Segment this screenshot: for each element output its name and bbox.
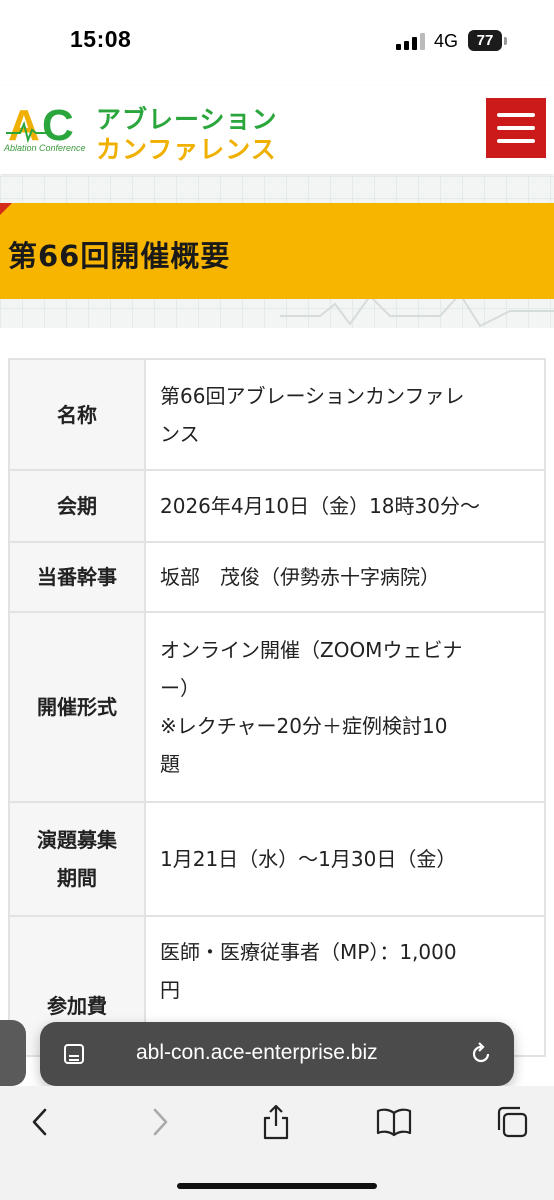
row-value-submission: 1月21日（水）〜1月30日（金）: [144, 801, 546, 917]
row-value-name: 第66回アブレーションカンファレ ンス: [144, 358, 546, 471]
table-row: 演題募集 期間 1月21日（水）〜1月30日（金）: [8, 801, 546, 917]
table-row: 会期 2026年4月10日（金）18時30分〜: [8, 469, 546, 543]
menu-button[interactable]: [486, 98, 546, 158]
hamburger-icon: [497, 126, 535, 130]
previous-tab-stub[interactable]: [0, 1020, 26, 1086]
title-corner-accent: [0, 203, 12, 215]
page-title: 第66回開催概要: [8, 239, 231, 273]
value-line: 医師・医療従事者（MP）：1,000: [160, 940, 457, 964]
value-line: 坂部 茂俊（伊勢赤十字病院）: [160, 565, 440, 589]
page-title-bar: 第66回開催概要: [0, 203, 554, 299]
label-line: 名称: [57, 402, 97, 427]
overview-table: 名称 第66回アブレーションカンファレ ンス 会期 2026年4月10日（金）1…: [8, 358, 546, 1057]
row-value-format: オンライン開催（ZOOMウェビナ ー） ※レクチャー20分＋症例検討10 題: [144, 611, 546, 803]
table-row: 開催形式 オンライン開催（ZOOMウェビナ ー） ※レクチャー20分＋症例検討1…: [8, 611, 546, 803]
value-line: 1月21日（水）〜1月30日（金）: [160, 847, 457, 871]
share-icon: [263, 1104, 289, 1140]
signal-icon: [396, 33, 425, 50]
label-line: 期間: [57, 866, 97, 890]
value-line: 円: [160, 978, 180, 1002]
network-type: 4G: [434, 31, 459, 51]
row-label-format: 開催形式: [8, 611, 146, 803]
back-icon: [32, 1108, 47, 1136]
row-value-period: 2026年4月10日（金）18時30分〜: [144, 469, 546, 543]
status-bar: 15:08 4G 77: [0, 0, 554, 86]
table-row: 当番幹事 坂部 茂俊（伊勢赤十字病院）: [8, 541, 546, 613]
battery-tip: [504, 37, 507, 45]
value-line: ンス: [160, 421, 200, 446]
label-line: 参加費: [47, 994, 107, 1018]
value-line: ※レクチャー20分＋症例検討10: [160, 714, 448, 738]
site-header: A C Ablation Conference アブレーション カンファレンス: [0, 86, 554, 174]
row-value-organizer: 坂部 茂俊（伊勢赤十字病院）: [144, 541, 546, 613]
value-line: 題: [160, 752, 180, 776]
logo-subtitle: Ablation Conference: [4, 143, 86, 153]
value-line: 2026年4月10日（金）18時30分〜: [160, 494, 480, 518]
bookmarks-icon: [376, 1108, 412, 1137]
row-label-name: 名称: [8, 358, 146, 471]
forward-icon: [153, 1108, 168, 1136]
row-label-submission: 演題募集 期間: [8, 801, 146, 917]
bookmarks-button[interactable]: [376, 1104, 412, 1140]
row-label-period: 会期: [8, 469, 146, 543]
table-row: 名称 第66回アブレーションカンファレ ンス: [8, 358, 546, 471]
label-line: 会期: [57, 494, 97, 518]
reader-icon[interactable]: [62, 1042, 86, 1066]
row-label-organizer: 当番幹事: [8, 541, 146, 613]
home-indicator: [177, 1183, 377, 1189]
tabs-button[interactable]: [494, 1104, 530, 1140]
value-line: オンライン開催（ZOOMウェビナ: [160, 638, 463, 662]
value-line: 第66回アブレーションカンファレ: [160, 383, 465, 408]
share-button[interactable]: [258, 1104, 294, 1140]
hamburger-icon: [497, 139, 535, 143]
label-line: 開催形式: [37, 695, 117, 719]
reload-icon[interactable]: [468, 1041, 494, 1067]
label-line: 当番幹事: [37, 565, 117, 589]
tabs-icon: [497, 1106, 528, 1138]
forward-button[interactable]: [142, 1104, 178, 1140]
hamburger-icon: [497, 113, 535, 117]
label-line: 演題募集: [37, 828, 117, 852]
url-text[interactable]: abl-con.ace-enterprise.biz: [136, 1041, 378, 1065]
status-time: 15:08: [70, 26, 132, 52]
back-button[interactable]: [22, 1104, 58, 1140]
address-bar[interactable]: abl-con.ace-enterprise.biz: [40, 1022, 514, 1086]
value-line: ー）: [160, 676, 200, 700]
brand-name-line2: カンファレンス: [96, 135, 277, 164]
battery-icon: 77: [468, 30, 502, 51]
